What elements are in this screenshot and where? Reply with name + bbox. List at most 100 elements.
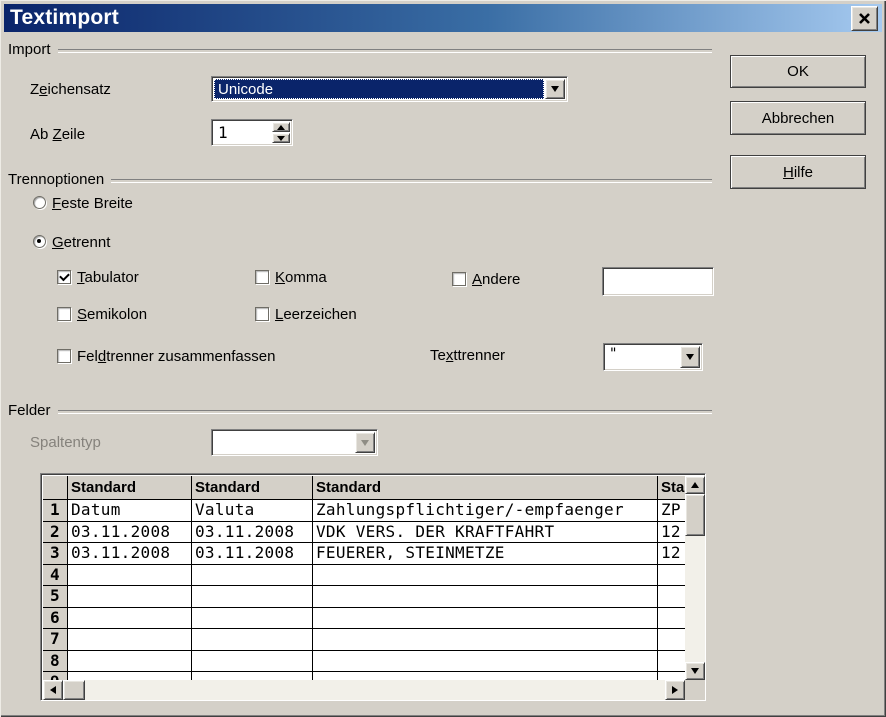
table-cell[interactable] bbox=[658, 672, 685, 680]
cancel-button[interactable]: Abbrechen bbox=[730, 101, 866, 135]
fields-group-caption: Felder bbox=[8, 402, 51, 419]
table-cell[interactable] bbox=[192, 608, 313, 630]
space-checkbox[interactable] bbox=[255, 307, 269, 321]
row-number: 4 bbox=[43, 565, 68, 587]
charset-dropdown-button[interactable] bbox=[545, 79, 565, 99]
preview-grid[interactable]: StandardStandardStandardStandard1DatumVa… bbox=[43, 476, 685, 680]
separated-radio[interactable] bbox=[33, 235, 46, 248]
table-cell[interactable]: 12 bbox=[658, 543, 685, 565]
semicolon-label[interactable]: Semikolon bbox=[77, 306, 147, 324]
window-title: Textimport bbox=[10, 6, 119, 30]
table-cell[interactable] bbox=[192, 629, 313, 651]
titlebar[interactable]: Textimport bbox=[4, 4, 882, 32]
ok-button[interactable]: OK bbox=[730, 55, 866, 88]
table-cell[interactable] bbox=[313, 629, 658, 651]
help-button[interactable]: Hilfe bbox=[730, 155, 866, 189]
close-icon bbox=[858, 12, 871, 25]
column-header[interactable]: Standard bbox=[68, 476, 192, 500]
tab-label[interactable]: Tabulator bbox=[77, 269, 139, 287]
vertical-scroll-thumb[interactable] bbox=[685, 494, 705, 536]
charset-selected-value: Unicode bbox=[214, 79, 544, 99]
table-cell[interactable]: 03.11.2008 bbox=[68, 522, 192, 544]
horizontal-scrollbar[interactable] bbox=[43, 680, 685, 700]
column-header[interactable]: Standard bbox=[192, 476, 313, 500]
other-separator-input[interactable] bbox=[602, 267, 714, 296]
charset-combobox[interactable]: Unicode bbox=[211, 76, 568, 102]
vertical-scrollbar[interactable] bbox=[685, 476, 705, 680]
table-cell[interactable]: Datum bbox=[68, 500, 192, 522]
table-cell[interactable]: 12 bbox=[658, 522, 685, 544]
table-cell[interactable] bbox=[658, 651, 685, 673]
table-cell[interactable] bbox=[658, 586, 685, 608]
from-row-spinner[interactable]: 1 bbox=[211, 119, 293, 146]
text-delimiter-combobox[interactable]: " bbox=[603, 343, 703, 371]
table-cell[interactable]: VDK VERS. DER KRAFTFAHRT bbox=[313, 522, 658, 544]
other-label[interactable]: Andere bbox=[472, 271, 520, 289]
column-type-combobox bbox=[211, 429, 378, 456]
table-cell[interactable] bbox=[68, 565, 192, 587]
table-cell[interactable]: 03.11.2008 bbox=[192, 522, 313, 544]
scroll-right-button[interactable] bbox=[665, 680, 685, 700]
other-checkbox[interactable] bbox=[452, 272, 466, 286]
scroll-left-button[interactable] bbox=[43, 680, 63, 700]
comma-label[interactable]: Komma bbox=[275, 269, 327, 287]
corner-cell bbox=[43, 476, 68, 500]
semicolon-checkbox[interactable] bbox=[57, 307, 71, 321]
row-number: 1 bbox=[43, 500, 68, 522]
table-cell[interactable] bbox=[192, 672, 313, 680]
charset-label: Zeichensatz bbox=[30, 81, 111, 99]
table-cell[interactable] bbox=[68, 651, 192, 673]
table-cell[interactable] bbox=[192, 586, 313, 608]
table-cell[interactable] bbox=[68, 608, 192, 630]
table-cell[interactable] bbox=[658, 608, 685, 630]
table-cell[interactable] bbox=[313, 565, 658, 587]
column-header[interactable]: Standard bbox=[658, 476, 685, 500]
dropdown-arrow-icon bbox=[361, 440, 369, 446]
merge-delimiters-checkbox[interactable] bbox=[57, 349, 71, 363]
text-delimiter-label: Texttrenner bbox=[430, 347, 505, 365]
fixed-width-radio[interactable] bbox=[33, 196, 46, 209]
table-cell[interactable]: FEUERER, STEINMETZE bbox=[313, 543, 658, 565]
textimport-dialog: Textimport Import Zeichensatz Unicode Ab… bbox=[0, 0, 886, 717]
column-type-label: Spaltentyp bbox=[30, 434, 101, 452]
scroll-down-button[interactable] bbox=[685, 662, 705, 680]
table-cell[interactable] bbox=[658, 629, 685, 651]
horizontal-scroll-thumb[interactable] bbox=[63, 680, 85, 700]
fixed-width-label[interactable]: Feste Breite bbox=[52, 195, 133, 213]
tab-checkbox[interactable] bbox=[57, 270, 71, 284]
dropdown-arrow-icon bbox=[686, 354, 694, 360]
merge-delimiters-label[interactable]: Feldtrenner zusammenfassen bbox=[77, 348, 275, 366]
import-group-caption: Import bbox=[8, 41, 51, 58]
table-cell[interactable] bbox=[658, 565, 685, 587]
from-row-value: 1 bbox=[214, 122, 272, 143]
table-cell[interactable]: 03.11.2008 bbox=[192, 543, 313, 565]
table-cell[interactable] bbox=[313, 651, 658, 673]
table-cell[interactable]: ZP bbox=[658, 500, 685, 522]
separated-label[interactable]: Getrennt bbox=[52, 234, 110, 252]
table-cell[interactable]: 03.11.2008 bbox=[68, 543, 192, 565]
table-cell[interactable] bbox=[68, 586, 192, 608]
table-cell[interactable] bbox=[68, 672, 192, 680]
table-cell[interactable] bbox=[313, 586, 658, 608]
table-cell[interactable]: Valuta bbox=[192, 500, 313, 522]
table-cell[interactable] bbox=[192, 651, 313, 673]
table-cell[interactable]: Zahlungspflichtiger/-empfaenger bbox=[313, 500, 658, 522]
spin-up-button[interactable] bbox=[272, 122, 290, 132]
horizontal-scroll-track[interactable] bbox=[85, 680, 665, 700]
spin-down-button[interactable] bbox=[272, 133, 290, 143]
scroll-up-button[interactable] bbox=[685, 476, 705, 494]
table-cell[interactable] bbox=[68, 629, 192, 651]
table-row: 203.11.200803.11.2008VDK VERS. DER KRAFT… bbox=[43, 522, 685, 544]
row-number: 6 bbox=[43, 608, 68, 630]
table-cell[interactable] bbox=[313, 608, 658, 630]
close-button[interactable] bbox=[851, 6, 878, 31]
vertical-scroll-track[interactable] bbox=[685, 536, 705, 662]
table-cell[interactable] bbox=[313, 672, 658, 680]
comma-checkbox[interactable] bbox=[255, 270, 269, 284]
table-cell[interactable] bbox=[192, 565, 313, 587]
column-header[interactable]: Standard bbox=[313, 476, 658, 500]
row-number: 3 bbox=[43, 543, 68, 565]
group-line bbox=[58, 49, 712, 53]
space-label[interactable]: Leerzeichen bbox=[275, 306, 357, 324]
text-delimiter-dropdown-button[interactable] bbox=[680, 346, 700, 368]
